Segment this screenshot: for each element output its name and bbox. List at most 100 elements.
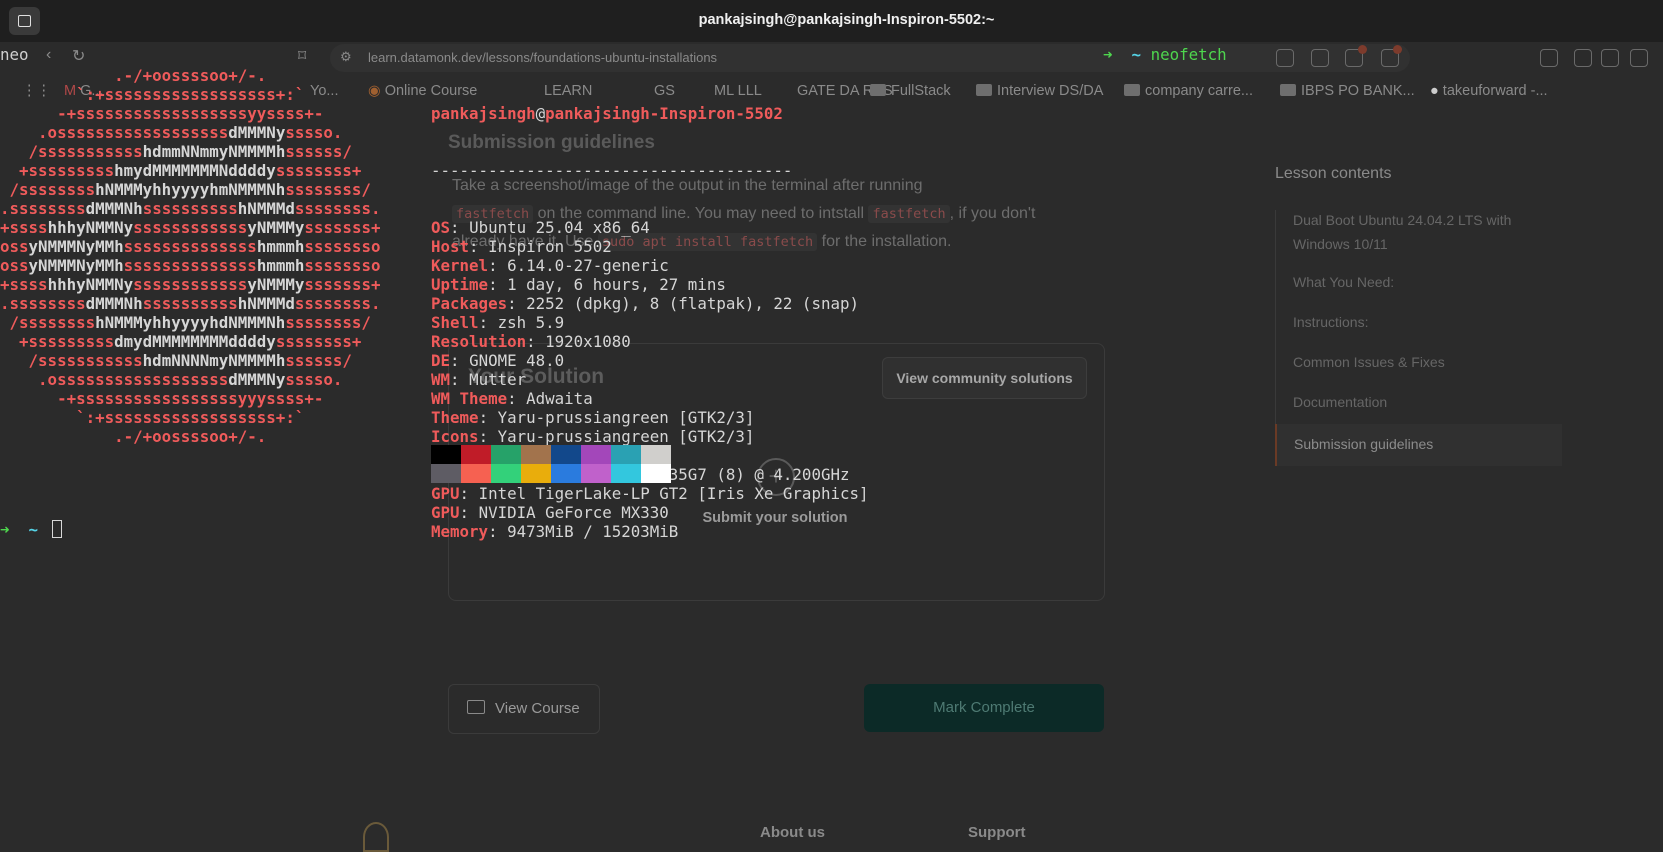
- sidebar-icon[interactable]: [1574, 49, 1592, 67]
- info-line: OS: Ubuntu 25.04 x86_64: [431, 218, 869, 237]
- info-line: Uptime: 1 day, 6 hours, 27 mins: [431, 275, 869, 294]
- view-course-button[interactable]: View Course: [448, 684, 600, 734]
- info-key: Theme: [431, 408, 479, 427]
- toc-item-active[interactable]: Submission guidelines: [1275, 424, 1562, 466]
- logo-line: /sssssssshNMMMyhhyyyyhdNMMMNhssssssss/: [0, 313, 371, 332]
- palette-swatch: [551, 464, 581, 483]
- palette-swatch: [641, 445, 671, 464]
- bookmark-folder[interactable]: FullStack: [870, 83, 951, 99]
- info-line: WM Theme: Adwaita: [431, 389, 869, 408]
- info-line: Packages: 2252 (dpkg), 8 (flatpak), 22 (…: [431, 294, 869, 313]
- share-icon[interactable]: [1311, 49, 1329, 67]
- bookmark-folder[interactable]: IBPS PO BANK...: [1280, 83, 1415, 99]
- bookmark-icon[interactable]: ⌑: [298, 46, 306, 66]
- text-cursor: [51, 520, 62, 538]
- info-key: Resolution: [431, 332, 527, 351]
- reload-icon[interactable]: ↻: [72, 46, 85, 66]
- url-text[interactable]: learn.datamonk.dev/lessons/foundations-u…: [368, 50, 717, 65]
- info-value: GNOME 48.0: [469, 351, 565, 370]
- info-line: Memory: 9473MiB / 15203MiB: [431, 522, 869, 541]
- logo-line: -+sssssssssssssssssyyyssss+-: [0, 389, 324, 408]
- logo-line: .ossssssssssssssssssdMMMNysssso.: [0, 370, 343, 389]
- color-palette: [431, 445, 671, 483]
- bookmark-folder[interactable]: Interview DS/DA: [976, 83, 1103, 99]
- terminal-header-bar: pankajsingh@pankajsingh-Inspiron-5502:~: [0, 0, 1663, 42]
- bookmark-folder[interactable]: company carre...: [1124, 83, 1253, 99]
- toc-item[interactable]: Dual Boot Ubuntu 24.04.2 LTS with: [1276, 212, 1561, 228]
- wallet-icon[interactable]: [1601, 49, 1619, 67]
- info-value: Yaru-prussiangreen [GTK2/3]: [497, 408, 755, 427]
- logo-line: .-/+oossssoo+/-.: [0, 66, 267, 85]
- info-value: zsh 5.9: [497, 313, 565, 332]
- mark-complete-button[interactable]: Mark Complete: [864, 684, 1104, 732]
- folder-icon: [976, 84, 992, 96]
- info-key: WM: [431, 370, 451, 389]
- info-key: Packages: [431, 294, 508, 313]
- info-value: Inspiron 5502: [488, 237, 612, 256]
- toc-item[interactable]: Documentation: [1276, 394, 1561, 410]
- info-value: 9473MiB / 15203MiB: [507, 522, 679, 541]
- info-key: Uptime: [431, 275, 489, 294]
- info-line: GPU: Intel TigerLake-LP GT2 [Iris Xe Gra…: [431, 484, 869, 503]
- key-icon[interactable]: [1276, 49, 1294, 67]
- info-colon: :: [469, 237, 489, 256]
- palette-swatch: [461, 445, 491, 464]
- folder-icon: [870, 84, 886, 96]
- prompt-dir: ~: [28, 520, 39, 539]
- info-value: Intel TigerLake-LP GT2 [Iris Xe Graphics…: [478, 484, 869, 503]
- logo-line: ossyNMMMNyMMhsssssssssssssshmmmhssssssso: [0, 256, 381, 275]
- logo-line: +sssssssssdmydMMMMMMMMddddyssssssss+: [0, 332, 362, 351]
- palette-swatch: [521, 445, 551, 464]
- lesson-contents-title: Lesson contents: [1275, 165, 1392, 182]
- info-key: Kernel: [431, 256, 489, 275]
- logo-line: .ssssssssdMMMNhsssssssssshNMMMdssssssss.: [0, 294, 381, 313]
- info-colon: :: [488, 256, 508, 275]
- window-title: pankajsingh@pankajsingh-Inspiron-5502:~: [698, 12, 995, 28]
- toc-item[interactable]: Instructions:: [1276, 314, 1561, 330]
- palette-swatch: [611, 464, 641, 483]
- logo-line: +ssssssssshmydMMMMMMMNddddyssssssss+: [0, 161, 362, 180]
- info-value: 2252 (dpkg), 8 (flatpak), 22 (snap): [526, 294, 859, 313]
- ubuntu-ascii-logo: .-/+oossssoo+/-. `:+ssssssssssssssssss+:…: [0, 66, 380, 446]
- info-colon: :: [488, 522, 508, 541]
- info-colon: :: [478, 313, 498, 332]
- palette-swatch: [611, 445, 641, 464]
- info-line: Shell: zsh 5.9: [431, 313, 869, 332]
- toc-item[interactable]: Windows 10/11: [1276, 236, 1561, 252]
- info-line: GPU: NVIDIA GeForce MX330: [431, 503, 869, 522]
- info-colon: :: [478, 427, 498, 446]
- info-colon: :: [459, 503, 479, 522]
- graduation-cap-icon: [467, 700, 485, 714]
- info-colon: :: [450, 351, 470, 370]
- back-icon[interactable]: ‹: [46, 46, 51, 64]
- footer-about-us[interactable]: About us: [760, 824, 825, 841]
- tuf-icon: ●: [1430, 83, 1443, 99]
- shield-badge: [1358, 45, 1367, 54]
- logo-line: .ssssssssdMMMNhsssssssssshNMMMdssssssss.: [0, 199, 381, 218]
- info-value: Yaru-prussiangreen [GTK2/3]: [497, 427, 755, 446]
- palette-swatch: [431, 464, 461, 483]
- lesson-contents-list: Dual Boot Ubuntu 24.04.2 LTS with Window…: [1275, 210, 1561, 424]
- palette-swatch: [581, 464, 611, 483]
- info-colon: :: [507, 389, 527, 408]
- terminal-output[interactable]: neo ➜ ~ neofetch .-/+oossssoo+/-. `:+sss…: [0, 0, 1227, 541]
- folder-icon: [1280, 84, 1296, 96]
- toc-item[interactable]: What You Need:: [1276, 274, 1561, 290]
- palette-swatch: [641, 464, 671, 483]
- view-community-solutions-button[interactable]: View community solutions: [882, 357, 1087, 399]
- prompt-arrow-icon: ➜: [1103, 45, 1113, 64]
- info-line: Resolution: 1920x1080: [431, 332, 869, 351]
- logo-line: ossyNMMMNyMMhsssssssssssssshmmmhssssssso: [0, 237, 381, 256]
- prompt-dir: ~: [1131, 45, 1142, 64]
- info-value: Adwaita: [526, 389, 593, 408]
- media-icon[interactable]: [1630, 49, 1648, 67]
- info-key: WM Theme: [431, 389, 508, 408]
- palette-swatch: [491, 445, 521, 464]
- palette-swatch: [461, 464, 491, 483]
- site-settings-icon[interactable]: ⚙: [340, 49, 352, 65]
- toc-item[interactable]: Common Issues & Fixes: [1276, 354, 1561, 370]
- active-prompt[interactable]: ➜ ~: [0, 520, 62, 539]
- extension-icon[interactable]: [1540, 49, 1558, 67]
- bookmark-item[interactable]: ● takeuforward -...: [1430, 83, 1548, 99]
- footer-support[interactable]: Support: [968, 824, 1026, 841]
